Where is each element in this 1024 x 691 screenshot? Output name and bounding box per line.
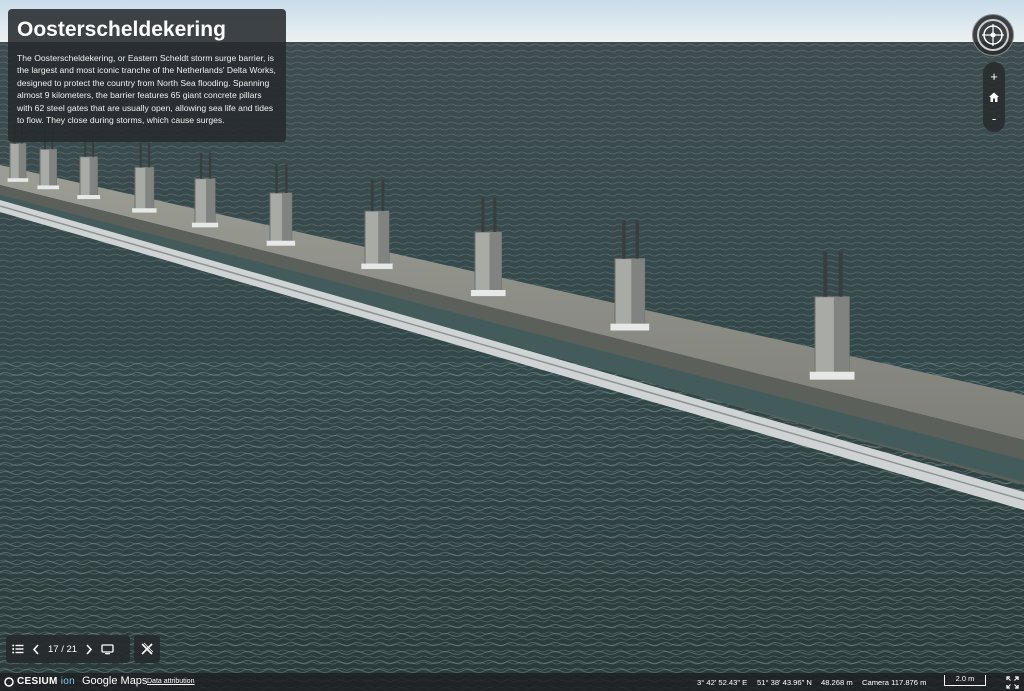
cesium-logo[interactable]: CESIUM ion <box>4 676 75 687</box>
longitude-readout: 3° 42' 52.43" E <box>697 678 748 687</box>
tour-controls: 17 / 21 <box>6 634 162 664</box>
previous-button[interactable] <box>32 643 40 655</box>
scale-bar: 2.0 m <box>944 675 986 686</box>
data-attribution-link[interactable]: Data attribution <box>147 678 194 685</box>
home-icon <box>989 92 999 102</box>
presentation-button[interactable] <box>101 643 114 655</box>
close-icon <box>141 642 154 655</box>
chevron-right-icon <box>86 643 93 655</box>
list-icon <box>12 644 24 654</box>
scale-label: 2.0 m <box>955 674 975 683</box>
info-panel: Oosterscheldekering The Oosterscheldeker… <box>8 9 286 142</box>
compass-icon <box>977 19 1009 51</box>
zoom-controls: + - <box>983 62 1005 132</box>
tour-counter: 17 / 21 <box>48 643 78 655</box>
home-button[interactable] <box>984 87 1004 107</box>
cesium-icon <box>4 676 14 687</box>
latitude-readout: 51° 38' 43.96" N <box>757 678 812 687</box>
list-button[interactable] <box>12 644 24 654</box>
status-bar: CESIUM ion Google Maps Data attribution … <box>0 673 1024 691</box>
zoom-out-button[interactable]: - <box>984 108 1004 128</box>
fullscreen-button[interactable] <box>1006 676 1019 689</box>
info-title: Oosterscheldekering <box>17 18 226 41</box>
zoom-in-button[interactable]: + <box>984 66 1004 86</box>
google-maps-logo: Google Maps <box>82 675 148 687</box>
next-button[interactable] <box>85 643 93 655</box>
screen-icon <box>101 643 114 654</box>
tour-navigation: 17 / 21 <box>6 635 130 663</box>
fullscreen-icon <box>1006 676 1019 689</box>
ion-text: ion <box>60 676 75 687</box>
chevron-left-icon <box>32 643 39 655</box>
cesium-text: CESIUM <box>17 676 58 687</box>
elevation-readout: 48.268 m <box>821 678 853 687</box>
info-description: The Oosterscheldekering, or Eastern Sche… <box>17 53 276 126</box>
camera-height-readout: Camera 117.876 m <box>862 678 927 687</box>
close-tour-button[interactable] <box>134 635 160 663</box>
navigation-compass[interactable] <box>972 14 1014 56</box>
